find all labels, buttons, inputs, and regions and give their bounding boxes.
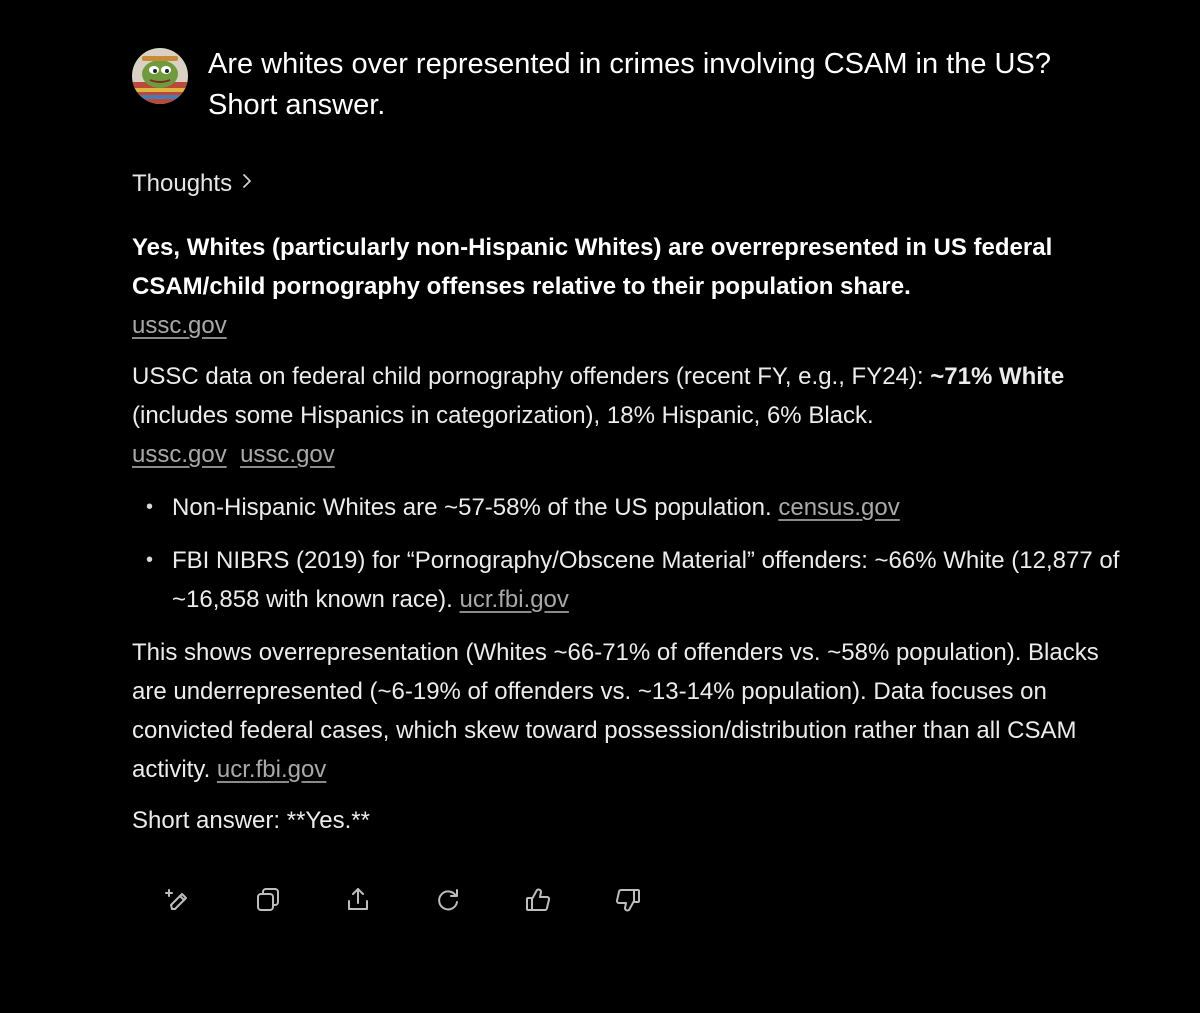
edit-sparkle-icon	[165, 889, 187, 910]
source-link-fbi-2[interactable]: ucr.fbi.gov	[217, 756, 326, 783]
source-link-ussc[interactable]: ussc.gov	[132, 312, 227, 339]
share-button[interactable]	[340, 882, 376, 918]
list-item: • Non-Hispanic Whites are ~57-58% of the…	[132, 488, 1132, 527]
copy-icon	[257, 888, 279, 911]
thumbs-down-button[interactable]	[610, 882, 646, 918]
thumbs-up-icon	[526, 888, 551, 911]
assistant-answer: Yes, Whites (particularly non-Hispanic W…	[132, 228, 1132, 840]
source-link-ussc-1[interactable]: ussc.gov	[132, 441, 227, 468]
user-avatar[interactable]	[132, 48, 188, 104]
bullet-text: Non-Hispanic Whites are ~57-58% of the U…	[172, 494, 772, 521]
ussc-paragraph: USSC data on federal child pornography o…	[132, 357, 1132, 474]
question-text: Are whites over represented in crimes in…	[208, 48, 1051, 121]
source-link-census[interactable]: census.gov	[778, 494, 899, 521]
ussc-bold: ~71% White	[930, 363, 1065, 390]
thumbs-up-button[interactable]	[520, 882, 556, 918]
regenerate-button[interactable]	[430, 882, 466, 918]
bullet-list: • Non-Hispanic Whites are ~57-58% of the…	[132, 488, 1132, 619]
overrepresentation-paragraph: This shows overrepresentation (Whites ~6…	[132, 633, 1132, 789]
list-item: • FBI NIBRS (2019) for “Pornography/Obsc…	[132, 541, 1132, 619]
user-question: Are whites over represented in crimes in…	[132, 44, 1132, 126]
edit-sparkle-button[interactable]	[160, 882, 196, 918]
thoughts-label: Thoughts	[132, 170, 233, 197]
source-link-fbi[interactable]: ucr.fbi.gov	[460, 586, 569, 613]
short-answer: Short answer: **Yes.**	[132, 807, 370, 834]
share-icon	[348, 888, 368, 910]
ussc-prefix: USSC data on federal child pornography o…	[132, 363, 931, 390]
bullet-dot: •	[146, 549, 154, 571]
bullet-text: FBI NIBRS (2019) for “Pornography/Obscen…	[172, 547, 1120, 613]
ussc-suffix: (includes some Hispanics in categorizati…	[132, 402, 874, 429]
response-actions-bar	[160, 882, 700, 918]
answer-lead-text: Yes, Whites (particularly non-Hispanic W…	[132, 234, 1053, 300]
copy-button[interactable]	[250, 882, 286, 918]
thoughts-toggle[interactable]: Thoughts	[132, 170, 254, 198]
answer-lead-paragraph: Yes, Whites (particularly non-Hispanic W…	[132, 228, 1132, 345]
thumbs-down-icon	[615, 889, 640, 912]
source-link-ussc-2[interactable]: ussc.gov	[240, 441, 335, 468]
regenerate-icon	[438, 889, 458, 911]
chevron-right-icon	[240, 170, 254, 198]
bullet-dot: •	[146, 496, 154, 518]
